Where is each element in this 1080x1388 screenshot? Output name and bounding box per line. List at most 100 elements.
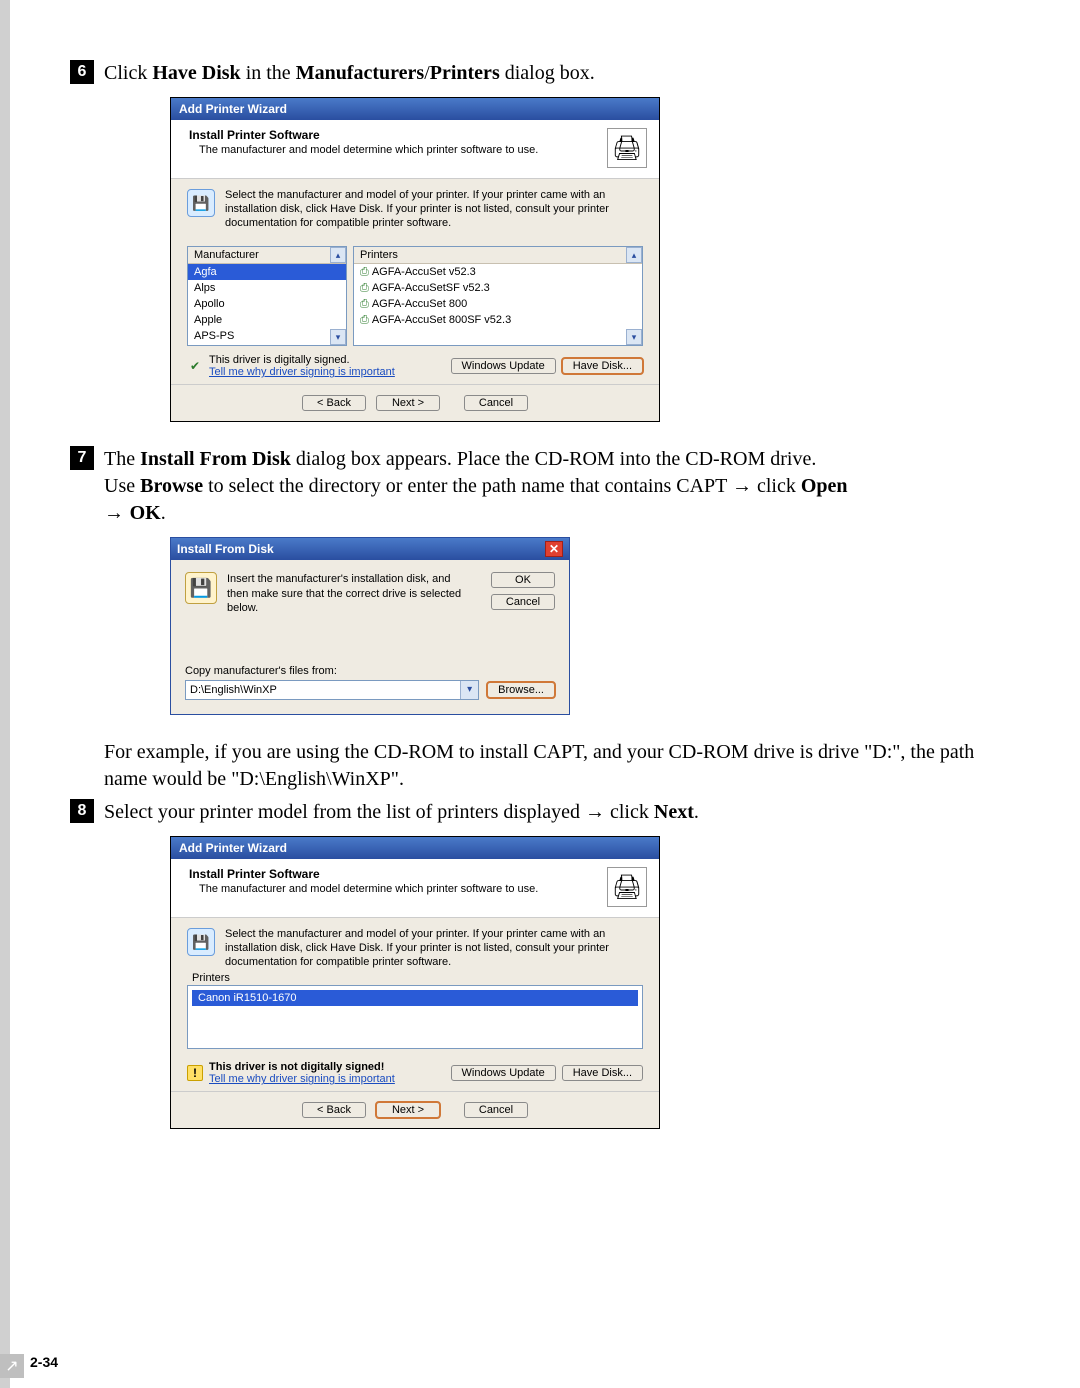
printer-icon: 🖨 [607, 867, 647, 907]
cancel-button[interactable]: Cancel [464, 395, 528, 411]
step-number-8: 8 [70, 799, 94, 823]
signed-ok-icon: ✔ [187, 358, 203, 374]
printers-list-single[interactable]: Printers Canon iR1510-1670 [187, 985, 643, 1049]
back-button[interactable]: < Back [302, 1102, 366, 1118]
list-item[interactable]: Apple [188, 312, 346, 328]
step-8-text: Select your printer model from the list … [104, 799, 1020, 826]
path-combo[interactable]: D:\English\WinXP ▾ [185, 680, 479, 700]
list-item[interactable]: ⎙AGFA-AccuSet 800SF v52.3 [354, 312, 642, 328]
page-number: 2-34 [30, 1354, 58, 1370]
add-printer-wizard-dialog-2: Add Printer Wizard Install Printer Softw… [170, 836, 660, 1129]
printer-item-icon: ⎙ [360, 314, 369, 326]
floppy-icon: 💾 [187, 928, 215, 956]
path-value: D:\English\WinXP [190, 684, 277, 696]
back-button[interactable]: < Back [302, 395, 366, 411]
printers-list[interactable]: Printers ⎙AGFA-AccuSet v52.3 ⎙AGFA-AccuS… [353, 246, 643, 346]
t: Manufacturers [296, 62, 425, 84]
step-7-text: The Install From Disk dialog box appears… [104, 446, 1020, 527]
list-item[interactable]: Canon iR1510-1670 [192, 990, 638, 1006]
cancel-button[interactable]: Cancel [464, 1102, 528, 1118]
printer-item-icon: ⎙ [360, 298, 369, 310]
manufacturer-list[interactable]: Manufacturer Agfa Alps Apollo Apple APS-… [187, 246, 347, 346]
info-text: Select the manufacturer and model of you… [225, 928, 643, 969]
dialog-title: Add Printer Wizard [171, 98, 659, 120]
list-item[interactable]: APS-PS [188, 328, 346, 344]
list-item[interactable]: Alps [188, 280, 346, 296]
printers-header: Printers [354, 247, 642, 264]
t: dialog box appears. Place the CD-ROM int… [291, 448, 816, 470]
step-number-6: 6 [70, 60, 94, 84]
t: Install From Disk [140, 448, 291, 470]
arrow-icon: → [104, 502, 130, 524]
printer-icon: 🖨 [607, 128, 647, 168]
scroll-up-icon[interactable]: ▴ [626, 247, 642, 263]
next-button[interactable]: Next > [376, 1102, 440, 1118]
windows-update-button[interactable]: Windows Update [451, 1065, 556, 1081]
driver-not-signed-text: This driver is not digitally signed! [209, 1061, 445, 1073]
t: Use [104, 475, 140, 497]
next-button[interactable]: Next > [376, 395, 440, 411]
dialog-title: Add Printer Wizard [171, 837, 659, 859]
header-title: Install Printer Software [189, 128, 607, 142]
t: AGFA-AccuSet 800 [372, 298, 467, 310]
floppy-icon: 💾 [185, 572, 217, 604]
have-disk-button[interactable]: Have Disk... [562, 1065, 643, 1081]
list-item[interactable]: ⎙AGFA-AccuSet v52.3 [354, 264, 642, 280]
add-printer-wizard-dialog: Add Printer Wizard Install Printer Softw… [170, 97, 660, 422]
step-7-example: For example, if you are using the CD-ROM… [104, 739, 1020, 793]
t: Next [654, 801, 694, 823]
info-text: Select the manufacturer and model of you… [225, 189, 643, 230]
floppy-icon: 💾 [187, 189, 215, 217]
dialog-title: Install From Disk [177, 542, 274, 556]
t: Browse [140, 475, 203, 497]
t: AGFA-AccuSetSF v52.3 [372, 282, 490, 294]
list-item[interactable]: Apollo [188, 296, 346, 312]
t: . [694, 801, 699, 823]
t: Select your printer model from the list … [104, 801, 585, 823]
t: Click [104, 62, 152, 84]
printer-item-icon: ⎙ [360, 282, 369, 294]
driver-signing-link[interactable]: Tell me why driver signing is important [209, 366, 445, 378]
ok-button[interactable]: OK [491, 572, 555, 588]
header-subtitle: The manufacturer and model determine whi… [199, 144, 607, 156]
t: Printers [430, 62, 500, 84]
browse-button[interactable]: Browse... [487, 682, 555, 698]
driver-signing-link[interactable]: Tell me why driver signing is important [209, 1073, 445, 1085]
arrow-icon: → [585, 801, 605, 823]
list-item[interactable]: Agfa [188, 264, 346, 280]
step-number-7: 7 [70, 446, 94, 470]
disk-message: Insert the manufacturer's installation d… [227, 572, 471, 615]
t: OK [130, 502, 161, 524]
cancel-button[interactable]: Cancel [491, 594, 555, 610]
t: Open [801, 475, 848, 497]
header-title: Install Printer Software [189, 867, 607, 881]
t: dialog box. [500, 62, 595, 84]
step-6-text: Click Have Disk in the Manufacturers/Pri… [104, 60, 1020, 87]
list-item[interactable]: ⎙AGFA-AccuSet 800 [354, 296, 642, 312]
printer-item-icon: ⎙ [360, 266, 369, 278]
page-nav-icon[interactable]: ↗ [0, 1354, 24, 1378]
manufacturer-header: Manufacturer [188, 247, 346, 264]
t: to select the directory or enter the pat… [203, 475, 732, 497]
warning-icon: ! [187, 1065, 203, 1081]
t: The [104, 448, 140, 470]
t: . [161, 502, 166, 524]
copy-from-label: Copy manufacturer's files from: [185, 665, 555, 677]
list-item[interactable]: ⎙AGFA-AccuSetSF v52.3 [354, 280, 642, 296]
have-disk-button[interactable]: Have Disk... [562, 358, 643, 374]
header-subtitle: The manufacturer and model determine whi… [199, 883, 607, 895]
windows-update-button[interactable]: Windows Update [451, 358, 556, 374]
scroll-down-icon[interactable]: ▾ [626, 329, 642, 345]
install-from-disk-dialog: Install From Disk ✕ 💾 Insert the manufac… [170, 537, 570, 715]
t: in the [241, 62, 296, 84]
scroll-down-icon[interactable]: ▾ [330, 329, 346, 345]
t: click [757, 475, 801, 497]
t: AGFA-AccuSet 800SF v52.3 [372, 314, 511, 326]
scroll-up-icon[interactable]: ▴ [330, 247, 346, 263]
chevron-down-icon[interactable]: ▾ [460, 681, 478, 699]
driver-signed-text: This driver is digitally signed. [209, 354, 445, 366]
arrow-icon: → [732, 475, 752, 497]
close-icon[interactable]: ✕ [545, 541, 563, 557]
printers-label: Printers [190, 972, 232, 984]
t: AGFA-AccuSet v52.3 [372, 266, 476, 278]
